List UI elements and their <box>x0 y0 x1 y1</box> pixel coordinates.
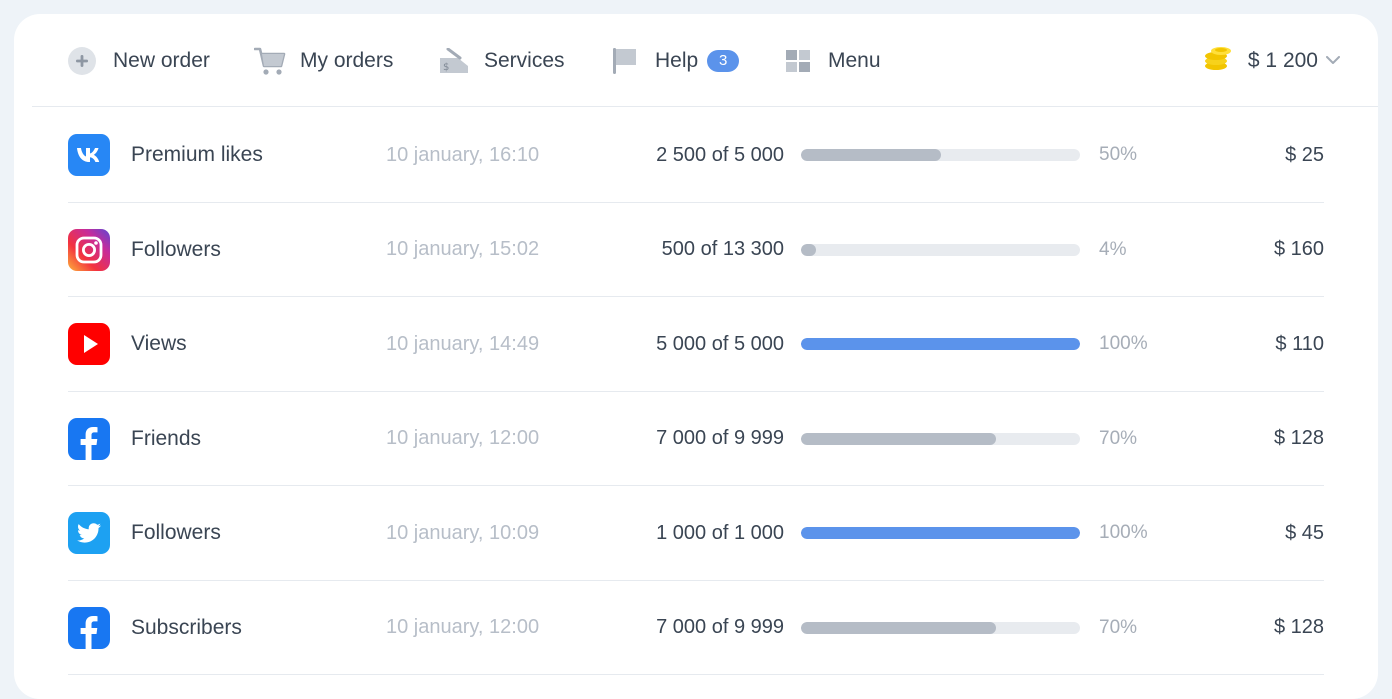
progress-bar <box>801 243 1080 256</box>
progress-bar <box>801 432 1080 445</box>
orders-card: New order My orders $ Services Help 3 Me… <box>14 14 1378 699</box>
order-price: $ 110 <box>1275 332 1324 355</box>
facebook-icon <box>68 417 110 460</box>
grid-icon <box>786 49 810 72</box>
coins-icon <box>1204 44 1232 77</box>
order-date: 10 january, 15:02 <box>386 238 540 260</box>
order-percent: 50% <box>1099 144 1138 165</box>
svg-text:$: $ <box>443 62 449 73</box>
progress-bar <box>801 149 1080 161</box>
order-row[interactable]: Subscribers 10 january, 12:00 7 000 of 9… <box>68 581 1324 675</box>
cart-icon <box>254 46 286 76</box>
nav-new-order[interactable]: New order <box>68 14 210 107</box>
balance-value: $ 1 200 <box>1247 48 1318 72</box>
progress-bar-fill <box>801 432 997 445</box>
price-tag-icon: $ <box>438 47 470 74</box>
top-navigation: New order My orders $ Services Help 3 Me… <box>32 14 1378 107</box>
nav-help-label: Help <box>655 48 699 72</box>
facebook-icon <box>68 606 110 649</box>
order-progress: 1 000 of 1 000 <box>656 521 784 544</box>
order-percent: 100% <box>1099 333 1148 354</box>
order-date: 10 january, 14:49 <box>386 332 540 355</box>
chevron-down-icon <box>1326 56 1340 65</box>
order-percent: 70% <box>1099 427 1138 449</box>
progress-bar-fill <box>801 527 1080 539</box>
nav-new-order-label: New order <box>113 48 210 72</box>
order-name: Views <box>131 332 187 355</box>
nav-my-orders[interactable]: My orders <box>254 14 393 107</box>
order-percent: 70% <box>1099 616 1138 638</box>
order-price: $ 128 <box>1273 427 1324 449</box>
vk-icon <box>68 134 110 176</box>
progress-bar-fill <box>801 149 941 161</box>
progress-bar-fill <box>801 338 1080 350</box>
nav-menu-label: Menu <box>828 48 881 72</box>
instagram-icon <box>68 228 110 271</box>
order-price: $ 45 <box>1285 521 1324 544</box>
order-date: 10 january, 12:00 <box>386 616 540 638</box>
order-price: $ 128 <box>1273 616 1324 638</box>
order-progress: 7 000 of 9 999 <box>656 616 784 638</box>
twitter-icon <box>68 512 110 554</box>
progress-bar-fill <box>801 621 997 634</box>
progress-bar <box>801 338 1080 350</box>
nav-menu[interactable]: Menu <box>786 14 881 107</box>
nav-help[interactable]: Help 3 <box>612 14 740 107</box>
order-row[interactable]: Views 10 january, 14:49 5 000 of 5 000 1… <box>68 297 1324 392</box>
help-badge: 3 <box>707 49 740 72</box>
order-date: 10 january, 16:10 <box>386 143 540 166</box>
order-progress: 2 500 of 5 000 <box>656 143 784 166</box>
nav-services[interactable]: $ Services <box>438 14 565 107</box>
order-row[interactable]: Followers 10 january, 15:02 500 of 13 30… <box>68 203 1324 297</box>
order-date: 10 january, 10:09 <box>386 521 540 544</box>
order-name: Friends <box>131 426 202 450</box>
order-row[interactable]: Premium likes 10 january, 16:10 2 500 of… <box>68 108 1324 203</box>
order-name: Followers <box>131 521 221 544</box>
order-price: $ 160 <box>1273 238 1324 260</box>
nav-my-orders-label: My orders <box>300 48 394 72</box>
balance-dropdown[interactable]: $ 1 200 <box>1204 14 1340 107</box>
order-progress: 500 of 13 300 <box>661 238 784 260</box>
order-row[interactable]: Followers 10 january, 10:09 1 000 of 1 0… <box>68 486 1324 581</box>
order-name: Premium likes <box>131 143 263 166</box>
youtube-icon <box>68 323 110 365</box>
orders-list: Premium likes 10 january, 16:10 2 500 of… <box>68 108 1324 675</box>
progress-bar <box>801 621 1080 634</box>
progress-bar-fill <box>801 243 816 256</box>
nav-services-label: Services <box>484 48 565 72</box>
progress-bar <box>801 527 1080 539</box>
order-price: $ 25 <box>1285 143 1324 166</box>
order-row[interactable]: Friends 10 january, 12:00 7 000 of 9 999… <box>68 392 1324 486</box>
order-percent: 100% <box>1099 522 1148 543</box>
order-date: 10 january, 12:00 <box>386 427 540 449</box>
order-progress: 7 000 of 9 999 <box>656 427 784 449</box>
order-name: Subscribers <box>131 615 242 639</box>
order-progress: 5 000 of 5 000 <box>656 332 784 355</box>
order-name: Followers <box>131 237 221 261</box>
order-percent: 4% <box>1099 238 1127 260</box>
plus-circle-icon <box>68 46 96 75</box>
flag-icon <box>612 47 638 75</box>
